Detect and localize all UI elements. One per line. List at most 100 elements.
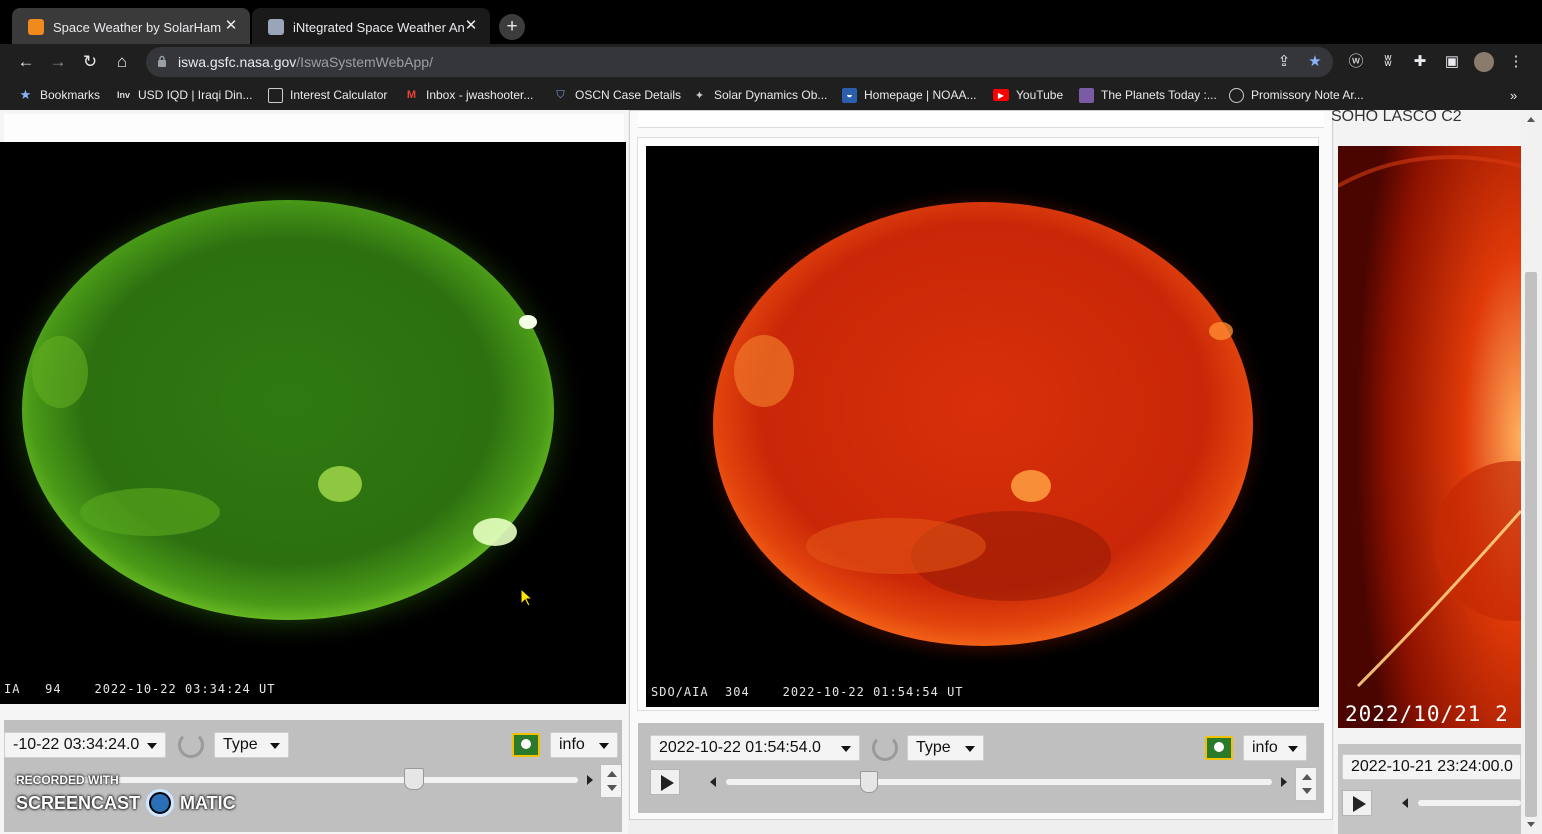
- bookmark-item[interactable]: Inv USD IQD | Iraqi Din...: [116, 86, 253, 104]
- lasco-c2-image[interactable]: 2022/10/21 2: [1338, 146, 1521, 728]
- address-bar[interactable]: iswa.gsfc.nasa.gov/IswaSystemWebApp/ ⇪ ★: [146, 47, 1333, 77]
- step-forward-icon[interactable]: [1281, 777, 1287, 787]
- bookmark-item[interactable]: ★ Bookmarks: [18, 86, 100, 104]
- reload-icon[interactable]: ↻: [78, 50, 102, 74]
- chevron-down-icon: [965, 746, 975, 752]
- aia-94-image[interactable]: IA 94 2022-10-22 03:34:24 UT: [0, 142, 626, 704]
- document-icon: [1229, 87, 1244, 103]
- scrollbar-thumb[interactable]: [1525, 272, 1537, 817]
- sun-aia-94-graphic: [0, 172, 588, 652]
- bookmark-label: Solar Dynamics Ob...: [714, 88, 828, 102]
- bookmark-label: YouTube: [1016, 88, 1064, 102]
- time-select[interactable]: -10-22 03:34:24.0: [4, 732, 166, 758]
- aia-304-image[interactable]: SDO/AIA 304 2022-10-22 01:54:54 UT: [646, 146, 1319, 707]
- iswa-favicon-icon: [268, 19, 284, 35]
- tab-strip: Space Weather by SolarHam ✕ iNtegrated S…: [0, 0, 1542, 46]
- extension-w-icon[interactable]: ⓦ: [1346, 52, 1366, 72]
- aia-94-caption: IA 94 2022-10-22 03:34:24 UT: [4, 682, 276, 696]
- bookmark-item[interactable]: Interest Calculator: [268, 86, 387, 104]
- play-button[interactable]: [1342, 790, 1372, 816]
- spinner-down-icon[interactable]: [1302, 788, 1312, 794]
- bookmark-item[interactable]: ▶ YouTube: [993, 86, 1063, 104]
- play-button[interactable]: [650, 769, 680, 795]
- info-select[interactable]: info: [1243, 735, 1307, 761]
- coronagraph-graphic: [1338, 146, 1521, 728]
- refresh-icon[interactable]: [178, 732, 204, 758]
- tab-title: iNtegrated Space Weather Analy: [293, 19, 465, 35]
- time-select-value: 2022-10-21 23:24:00.0: [1351, 758, 1513, 775]
- step-back-icon[interactable]: [710, 777, 716, 787]
- frame-spinner[interactable]: [1295, 767, 1317, 801]
- refresh-icon[interactable]: [872, 735, 898, 761]
- time-select[interactable]: 2022-10-22 01:54:54.0: [650, 735, 860, 761]
- side-panel-icon[interactable]: ▣: [1442, 52, 1462, 72]
- time-select-value: -10-22 03:34:24.0: [13, 736, 140, 753]
- iswa-web-app: IA 94 2022-10-22 03:34:24 UT -10-22 03:3…: [0, 110, 1542, 834]
- spinner-up-icon[interactable]: [607, 771, 617, 777]
- bookmark-item[interactable]: ✦ Solar Dynamics Ob...: [692, 86, 827, 104]
- time-slider-thumb[interactable]: [404, 768, 424, 790]
- time-slider-thumb[interactable]: [860, 771, 878, 793]
- calculator-icon: [268, 87, 283, 103]
- scroll-up-icon[interactable]: [1527, 117, 1535, 122]
- spinner-up-icon[interactable]: [1302, 774, 1312, 780]
- planets-icon: [1079, 87, 1094, 103]
- info-select[interactable]: info: [550, 732, 618, 758]
- time-slider-track[interactable]: [1418, 800, 1521, 806]
- bookmarks-bar: ★ Bookmarks Inv USD IQD | Iraqi Din... Int…: [0, 80, 1542, 110]
- screencast-logo-icon: [146, 789, 175, 817]
- extensions-puzzle-icon[interactable]: ✚: [1410, 52, 1430, 72]
- tab-iswa[interactable]: iNtegrated Space Weather Analy ✕: [252, 8, 490, 46]
- page-scrollbar[interactable]: [1521, 110, 1542, 834]
- time-slider-track[interactable]: [726, 779, 1272, 785]
- investing-icon: Inv: [116, 90, 130, 100]
- type-select-value: Type: [223, 736, 258, 753]
- type-select[interactable]: Type: [214, 732, 289, 758]
- gmail-icon: M: [406, 89, 417, 101]
- bookmark-label: The Planets Today :...: [1101, 88, 1217, 102]
- menu-kebab-icon[interactable]: ⋮: [1506, 52, 1526, 72]
- frame-spinner[interactable]: [600, 764, 622, 798]
- back-arrow-icon[interactable]: ←: [14, 50, 38, 74]
- url-text: iswa.gsfc.nasa.gov/IswaSystemWebApp/: [178, 54, 433, 70]
- panel-header: [4, 114, 624, 142]
- time-select[interactable]: 2022-10-21 23:24:00.0: [1342, 754, 1521, 780]
- step-forward-icon[interactable]: [587, 775, 593, 785]
- type-select-value: Type: [916, 739, 951, 756]
- bookmark-item[interactable]: M Inbox - jwashooter...: [404, 86, 533, 104]
- bookmark-label: Homepage | NOAA...: [864, 88, 977, 102]
- bookmark-label: Interest Calculator: [290, 88, 388, 102]
- bookmarks-overflow-button[interactable]: »: [1510, 86, 1517, 104]
- info-select-value: info: [559, 736, 585, 753]
- forward-arrow-icon[interactable]: →: [46, 50, 70, 74]
- watermark-line1: RECORDED WITH: [16, 773, 119, 787]
- scroll-down-icon[interactable]: [1527, 822, 1535, 827]
- home-icon[interactable]: ⌂: [110, 50, 134, 74]
- bookmark-item[interactable]: ◒ Homepage | NOAA...: [842, 86, 977, 104]
- step-back-icon[interactable]: [1402, 798, 1408, 808]
- movie-icon[interactable]: [1205, 736, 1233, 760]
- extension-bird-icon[interactable]: ʬ: [1378, 52, 1398, 72]
- close-tab-icon[interactable]: ✕: [222, 17, 240, 35]
- bookmark-item[interactable]: Promissory Note Ar...: [1229, 86, 1364, 104]
- time-select-value: 2022-10-22 01:54:54.0: [659, 739, 821, 756]
- bookmark-item[interactable]: ⛉ OSCN Case Details: [553, 86, 681, 104]
- lasco-date-overlay: 2022/10/21 2: [1345, 702, 1509, 726]
- type-select[interactable]: Type: [907, 735, 984, 761]
- close-tab-icon[interactable]: ✕: [462, 17, 480, 35]
- spinner-down-icon[interactable]: [607, 785, 617, 791]
- new-tab-button[interactable]: +: [499, 14, 525, 40]
- tab-space-weather-solarham[interactable]: Space Weather by SolarHam ✕: [12, 8, 250, 46]
- bookmark-item[interactable]: The Planets Today :...: [1079, 86, 1217, 104]
- share-icon[interactable]: ⇪: [1274, 52, 1294, 72]
- profile-avatar[interactable]: [1474, 52, 1494, 72]
- watermark-screencast: SCREENCAST: [16, 792, 141, 813]
- watermark-matic: MATIC: [180, 792, 236, 813]
- movie-icon[interactable]: [512, 733, 540, 757]
- bookmark-star-icon[interactable]: ★: [1305, 52, 1325, 72]
- panel-title: SOHO LASCO C2: [1331, 110, 1462, 125]
- bookmark-label: Promissory Note Ar...: [1251, 88, 1364, 102]
- info-select-value: info: [1252, 739, 1278, 756]
- noaa-icon: ◒: [842, 87, 857, 103]
- chevron-down-icon: [270, 743, 280, 749]
